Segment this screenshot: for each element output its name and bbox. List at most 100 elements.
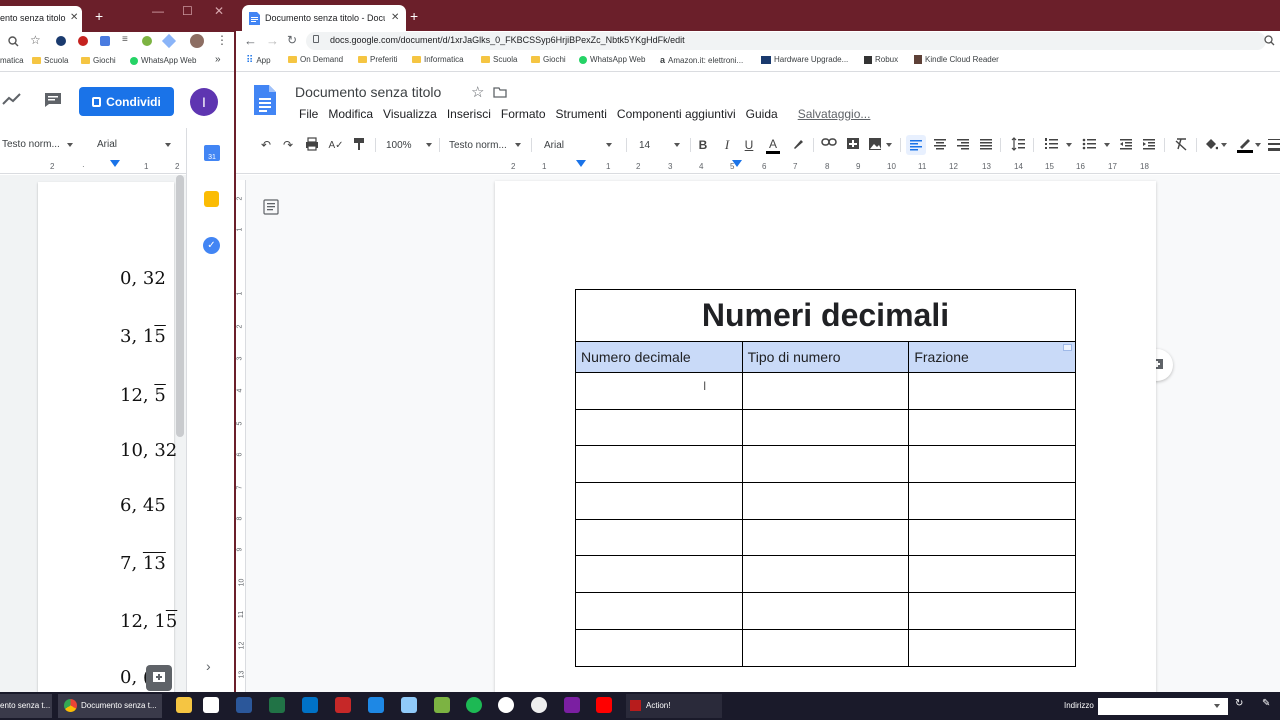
bookmark-item[interactable]: Robux xyxy=(864,55,898,64)
star-icon[interactable]: ☆ xyxy=(30,33,41,47)
column-header-decimal[interactable]: Numero decimale xyxy=(575,341,743,373)
url-field[interactable]: docs.google.com/document/d/1xrJaGlks_0_F… xyxy=(306,32,1275,50)
new-tab-button[interactable]: + xyxy=(410,8,418,24)
align-right-icon[interactable] xyxy=(956,137,970,153)
bookmark-item[interactable]: Informatica xyxy=(412,55,464,64)
table-cell[interactable] xyxy=(908,555,1076,594)
profile-avatar[interactable] xyxy=(190,34,204,48)
forward-icon[interactable]: → xyxy=(266,33,279,48)
refresh-icon[interactable]: ↻ xyxy=(1235,698,1243,709)
clear-formatting-icon[interactable] xyxy=(1174,137,1188,153)
list-icon[interactable]: ≡ xyxy=(122,34,128,45)
fill-color-caret[interactable] xyxy=(1221,143,1227,147)
table-cell[interactable] xyxy=(741,518,910,557)
menu-edit[interactable]: Modifica xyxy=(323,107,378,121)
table-cell[interactable] xyxy=(575,555,743,594)
table-cell[interactable] xyxy=(908,518,1076,557)
table-cell[interactable] xyxy=(741,372,910,410)
spellcheck-icon[interactable]: A✓ xyxy=(328,137,344,153)
zoom-dropdown[interactable]: 100% xyxy=(386,137,432,153)
numbered-list-icon[interactable] xyxy=(1044,137,1058,153)
bookmark-item[interactable]: WhatsApp Web xyxy=(130,56,196,65)
font-dropdown[interactable]: Arial xyxy=(544,137,613,153)
style-dropdown[interactable]: Testo norm... xyxy=(2,139,73,150)
align-left-button[interactable] xyxy=(906,135,926,155)
bulleted-list-caret[interactable] xyxy=(1104,143,1110,147)
excel-icon[interactable] xyxy=(269,697,285,713)
skype-icon[interactable] xyxy=(368,697,384,713)
bookmark-item[interactable]: WhatsApp Web xyxy=(579,55,645,64)
bookmark-apps[interactable]: ⠿ App xyxy=(246,55,271,66)
app-icon[interactable] xyxy=(401,697,417,713)
bookmarks-overflow[interactable]: » xyxy=(215,54,221,65)
fill-color-icon[interactable] xyxy=(1204,137,1218,153)
chevron-right-icon[interactable]: › xyxy=(206,658,211,674)
table-cell[interactable] xyxy=(908,372,1076,410)
bold-button[interactable]: B xyxy=(696,137,710,153)
link-icon[interactable] xyxy=(821,137,837,153)
calendar-icon[interactable]: 31 xyxy=(204,145,220,161)
insert-image-icon[interactable] xyxy=(868,137,882,153)
text-color-button[interactable]: A xyxy=(766,137,780,154)
extension-icon[interactable] xyxy=(56,36,66,46)
font-dropdown[interactable]: Arial xyxy=(97,139,172,150)
menu-icon[interactable]: ⋮ xyxy=(216,33,228,47)
keep-icon[interactable] xyxy=(204,191,219,207)
table-cell[interactable] xyxy=(908,592,1076,630)
font-size-dropdown[interactable]: 14 xyxy=(639,137,681,153)
bookmark-item[interactable]: Giochi xyxy=(531,55,566,64)
left-active-tab[interactable]: ento senza titolo - Do ✕ xyxy=(0,6,82,32)
bookmark-item[interactable]: Preferiti xyxy=(358,55,398,64)
redo-icon[interactable]: ↷ xyxy=(280,137,296,153)
numbered-list-caret[interactable] xyxy=(1066,143,1072,147)
border-color-icon[interactable] xyxy=(1237,137,1253,153)
extension-icon[interactable] xyxy=(142,36,152,46)
move-folder-icon[interactable] xyxy=(493,87,507,98)
table-title[interactable]: Numeri decimali xyxy=(575,289,1076,342)
undo-icon[interactable]: ↶ xyxy=(258,137,274,153)
translate-icon[interactable] xyxy=(100,36,110,46)
menu-help[interactable]: Guida xyxy=(741,107,783,121)
app-icon[interactable] xyxy=(498,697,514,713)
document-outline-icon[interactable] xyxy=(263,199,279,215)
justify-icon[interactable] xyxy=(979,137,993,153)
file-explorer-icon[interactable] xyxy=(176,697,192,713)
decrease-indent-icon[interactable] xyxy=(1119,137,1133,153)
table-cell[interactable] xyxy=(908,445,1076,484)
close-icon[interactable]: ✕ xyxy=(391,12,399,23)
outlook-icon[interactable] xyxy=(302,697,318,713)
taskbar-item-chrome[interactable]: Documento senza t... xyxy=(58,694,162,718)
document-title[interactable]: Documento senza titolo xyxy=(295,84,441,100)
active-tab[interactable]: Documento senza titolo - Docum ✕ xyxy=(242,5,406,32)
table-cell[interactable] xyxy=(741,592,910,630)
youtube-icon[interactable] xyxy=(596,697,612,713)
table-cell[interactable] xyxy=(741,482,910,520)
table-cell[interactable] xyxy=(741,445,910,484)
new-tab-button[interactable]: + xyxy=(95,8,103,24)
reload-icon[interactable]: ↻ xyxy=(287,33,297,47)
docs-logo-icon[interactable] xyxy=(254,85,276,115)
align-center-icon[interactable] xyxy=(933,137,947,153)
word-icon[interactable] xyxy=(236,697,252,713)
close-icon[interactable]: ✕ xyxy=(70,12,78,23)
table-cell[interactable] xyxy=(741,555,910,594)
bookmark-item[interactable]: Hardware Upgrade... xyxy=(761,55,848,64)
table-cell[interactable] xyxy=(575,408,743,447)
indent-marker[interactable] xyxy=(576,160,586,167)
minimize-icon[interactable]: — xyxy=(152,4,164,18)
bookmark-item[interactable]: a Amazon.it: elettroni... xyxy=(660,55,743,65)
menu-format[interactable]: Formato xyxy=(496,107,551,121)
italic-button[interactable]: I xyxy=(720,137,734,153)
paint-format-icon[interactable] xyxy=(353,137,366,153)
underline-button[interactable]: U xyxy=(742,137,756,153)
taskbar-item[interactable]: ento senza t... xyxy=(0,694,52,718)
activity-trend-icon[interactable] xyxy=(2,92,22,106)
spotify-icon[interactable] xyxy=(466,697,482,713)
account-avatar[interactable]: I xyxy=(190,88,218,116)
indent-marker[interactable] xyxy=(110,160,120,167)
taskbar-item-action[interactable]: Action! xyxy=(626,694,722,718)
insert-comment-icon[interactable] xyxy=(846,137,860,153)
share-button[interactable]: Condividi xyxy=(79,87,174,116)
table-cell[interactable] xyxy=(575,518,743,557)
style-dropdown[interactable]: Testo norm... xyxy=(449,137,521,153)
